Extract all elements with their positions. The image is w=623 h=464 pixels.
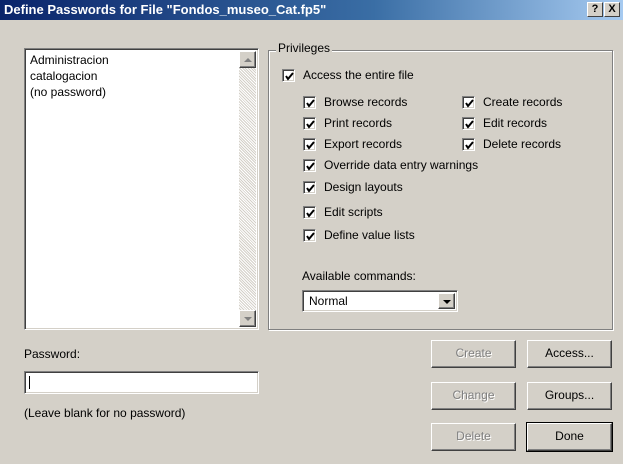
define-value-lists-label: Define value lists (324, 228, 415, 242)
available-commands-select[interactable]: Normal (302, 290, 458, 312)
export-records-label: Export records (324, 137, 403, 151)
scroll-up-button[interactable] (239, 51, 256, 68)
done-button[interactable]: Done (526, 422, 613, 452)
arrow-up-icon (244, 58, 252, 62)
checkmark-icon (306, 184, 315, 193)
create-button-label: Create (455, 346, 492, 360)
privileges-legend: Privileges (276, 41, 333, 55)
checkmark-icon (306, 209, 315, 218)
change-button-label: Change (452, 388, 495, 402)
checkmark-icon (306, 141, 315, 150)
password-list[interactable]: Administracion catalogacion (no password… (24, 48, 259, 330)
close-icon: X (608, 3, 616, 15)
checkmark-icon (306, 232, 315, 241)
chevron-down-icon (443, 300, 451, 304)
scroll-down-button[interactable] (239, 310, 256, 327)
checkbox-box (303, 181, 316, 194)
access-entire-file-label: Access the entire file (303, 68, 414, 82)
close-button[interactable]: X (604, 2, 620, 17)
done-button-label: Done (555, 429, 584, 443)
help-icon: ? (591, 3, 599, 15)
checkmark-icon (465, 141, 474, 150)
password-input[interactable] (24, 371, 259, 394)
dropdown-button[interactable] (438, 293, 455, 309)
list-item[interactable]: catalogacion (30, 69, 97, 83)
access-button-label: Access... (545, 346, 594, 360)
override-warnings-label: Override data entry warnings (324, 158, 479, 172)
groups-button[interactable]: Groups... (527, 382, 612, 410)
list-item[interactable]: (no password) (30, 85, 106, 99)
text-caret (29, 376, 30, 389)
design-layouts-label: Design layouts (324, 180, 403, 194)
checkmark-icon (306, 162, 315, 171)
checkbox-box (303, 96, 316, 109)
checkbox-box (303, 117, 316, 130)
delete-button-label: Delete (456, 429, 491, 443)
title-bar: Define Passwords for File "Fondos_museo_… (0, 0, 623, 20)
checkmark-icon (285, 72, 294, 81)
checkbox-box (303, 138, 316, 151)
password-label: Password: (24, 347, 81, 361)
checkbox-box (303, 229, 316, 242)
checkmark-icon (306, 99, 315, 108)
delete-button[interactable]: Delete (431, 423, 516, 451)
edit-scripts-label: Edit scripts (324, 205, 383, 219)
checkbox-box (282, 69, 295, 82)
print-records-label: Print records (324, 116, 393, 130)
groups-button-label: Groups... (544, 388, 595, 402)
available-commands-label: Available commands: (302, 269, 416, 283)
checkbox-box (303, 206, 316, 219)
privileges-group (268, 50, 613, 330)
help-button[interactable]: ? (587, 2, 603, 17)
checkmark-icon (465, 99, 474, 108)
password-hint: (Leave blank for no password) (24, 406, 186, 420)
checkbox-box (462, 96, 475, 109)
checkmark-icon (465, 120, 474, 129)
edit-records-label: Edit records (483, 116, 548, 130)
browse-records-label: Browse records (324, 95, 408, 109)
delete-records-label: Delete records (483, 137, 562, 151)
available-commands-value: Normal (309, 294, 348, 308)
arrow-down-icon (244, 317, 252, 321)
list-item[interactable]: Administracion (30, 53, 109, 67)
create-button[interactable]: Create (431, 340, 516, 368)
checkbox-box (303, 159, 316, 172)
change-button[interactable]: Change (431, 382, 516, 410)
checkbox-box (462, 117, 475, 130)
create-records-label: Create records (483, 95, 563, 109)
window-title: Define Passwords for File "Fondos_museo_… (4, 2, 327, 17)
access-button[interactable]: Access... (527, 340, 612, 368)
checkbox-box (462, 138, 475, 151)
checkmark-icon (306, 120, 315, 129)
vertical-scrollbar[interactable] (239, 51, 256, 327)
